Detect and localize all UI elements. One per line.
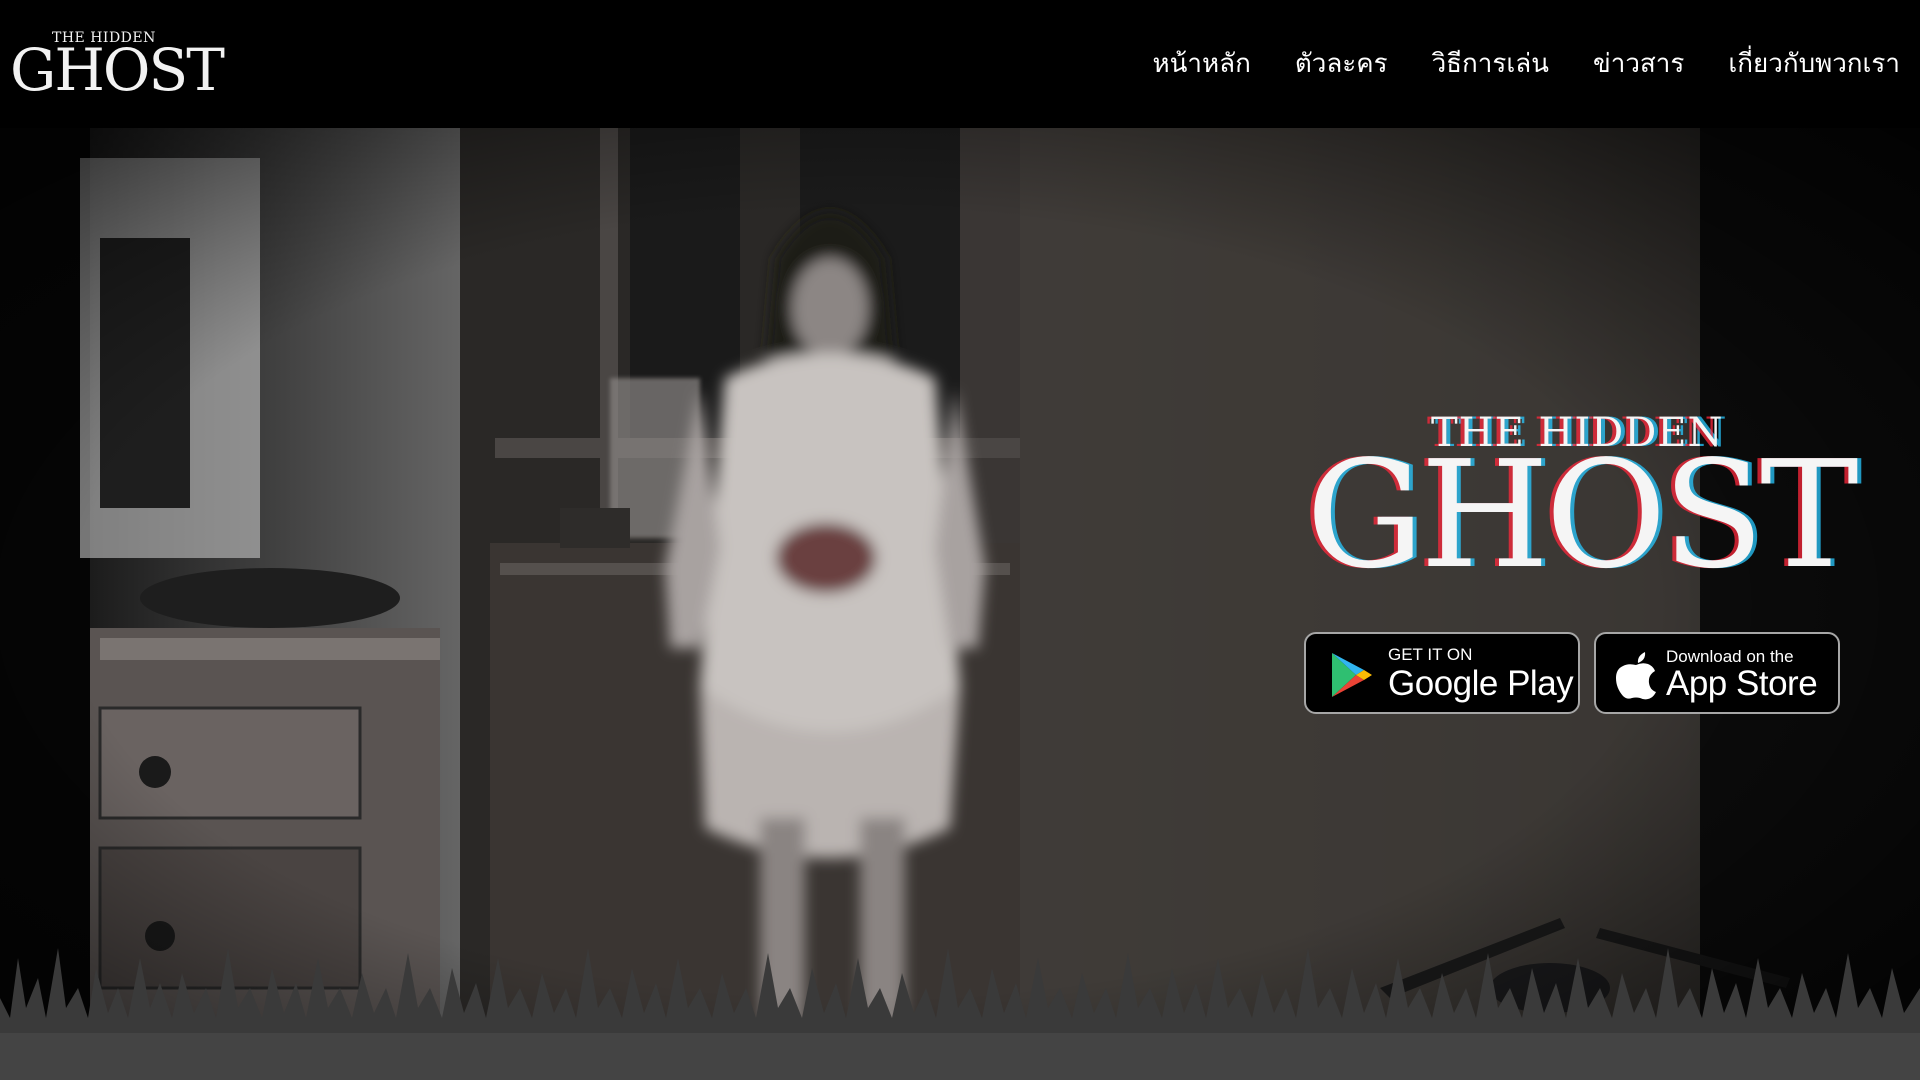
hero-background-image — [0, 128, 1920, 1080]
site-logo[interactable]: THE HIDDEN GHOST — [10, 24, 225, 104]
google-play-caption: GET IT ON — [1388, 645, 1473, 664]
google-play-button[interactable]: GET IT ON Google Play — [1304, 632, 1580, 714]
google-play-label: Google Play — [1388, 664, 1574, 703]
nav-item-home[interactable]: หน้าหลัก — [1153, 38, 1251, 90]
nav-item-about-us[interactable]: เกี่ยวกับพวกเรา — [1728, 38, 1900, 90]
apple-icon — [1612, 648, 1660, 700]
logo-line-ghost: GHOST — [10, 36, 225, 104]
top-navigation-bar: THE HIDDEN GHOST หน้าหลัก ตัวละคร วิธีกา… — [0, 0, 1920, 128]
google-play-icon — [1326, 650, 1376, 700]
hero-logo-ghost: GHOST — [1306, 429, 1859, 601]
hero-section: THE HIDDEN GHOST GET IT ON Google Play D… — [0, 128, 1920, 1080]
app-store-label: App Store — [1666, 664, 1818, 703]
hero-game-logo: THE HIDDEN GHOST — [1306, 410, 1859, 600]
app-store-button[interactable]: Download on the App Store — [1594, 632, 1840, 714]
nav-item-characters[interactable]: ตัวละคร — [1295, 38, 1388, 90]
main-nav: หน้าหลัก ตัวละคร วิธีการเล่น ข่าวสาร เกี… — [1153, 38, 1901, 90]
nav-item-news[interactable]: ข่าวสาร — [1593, 38, 1684, 90]
nav-item-how-to-play[interactable]: วิธีการเล่น — [1432, 38, 1549, 90]
